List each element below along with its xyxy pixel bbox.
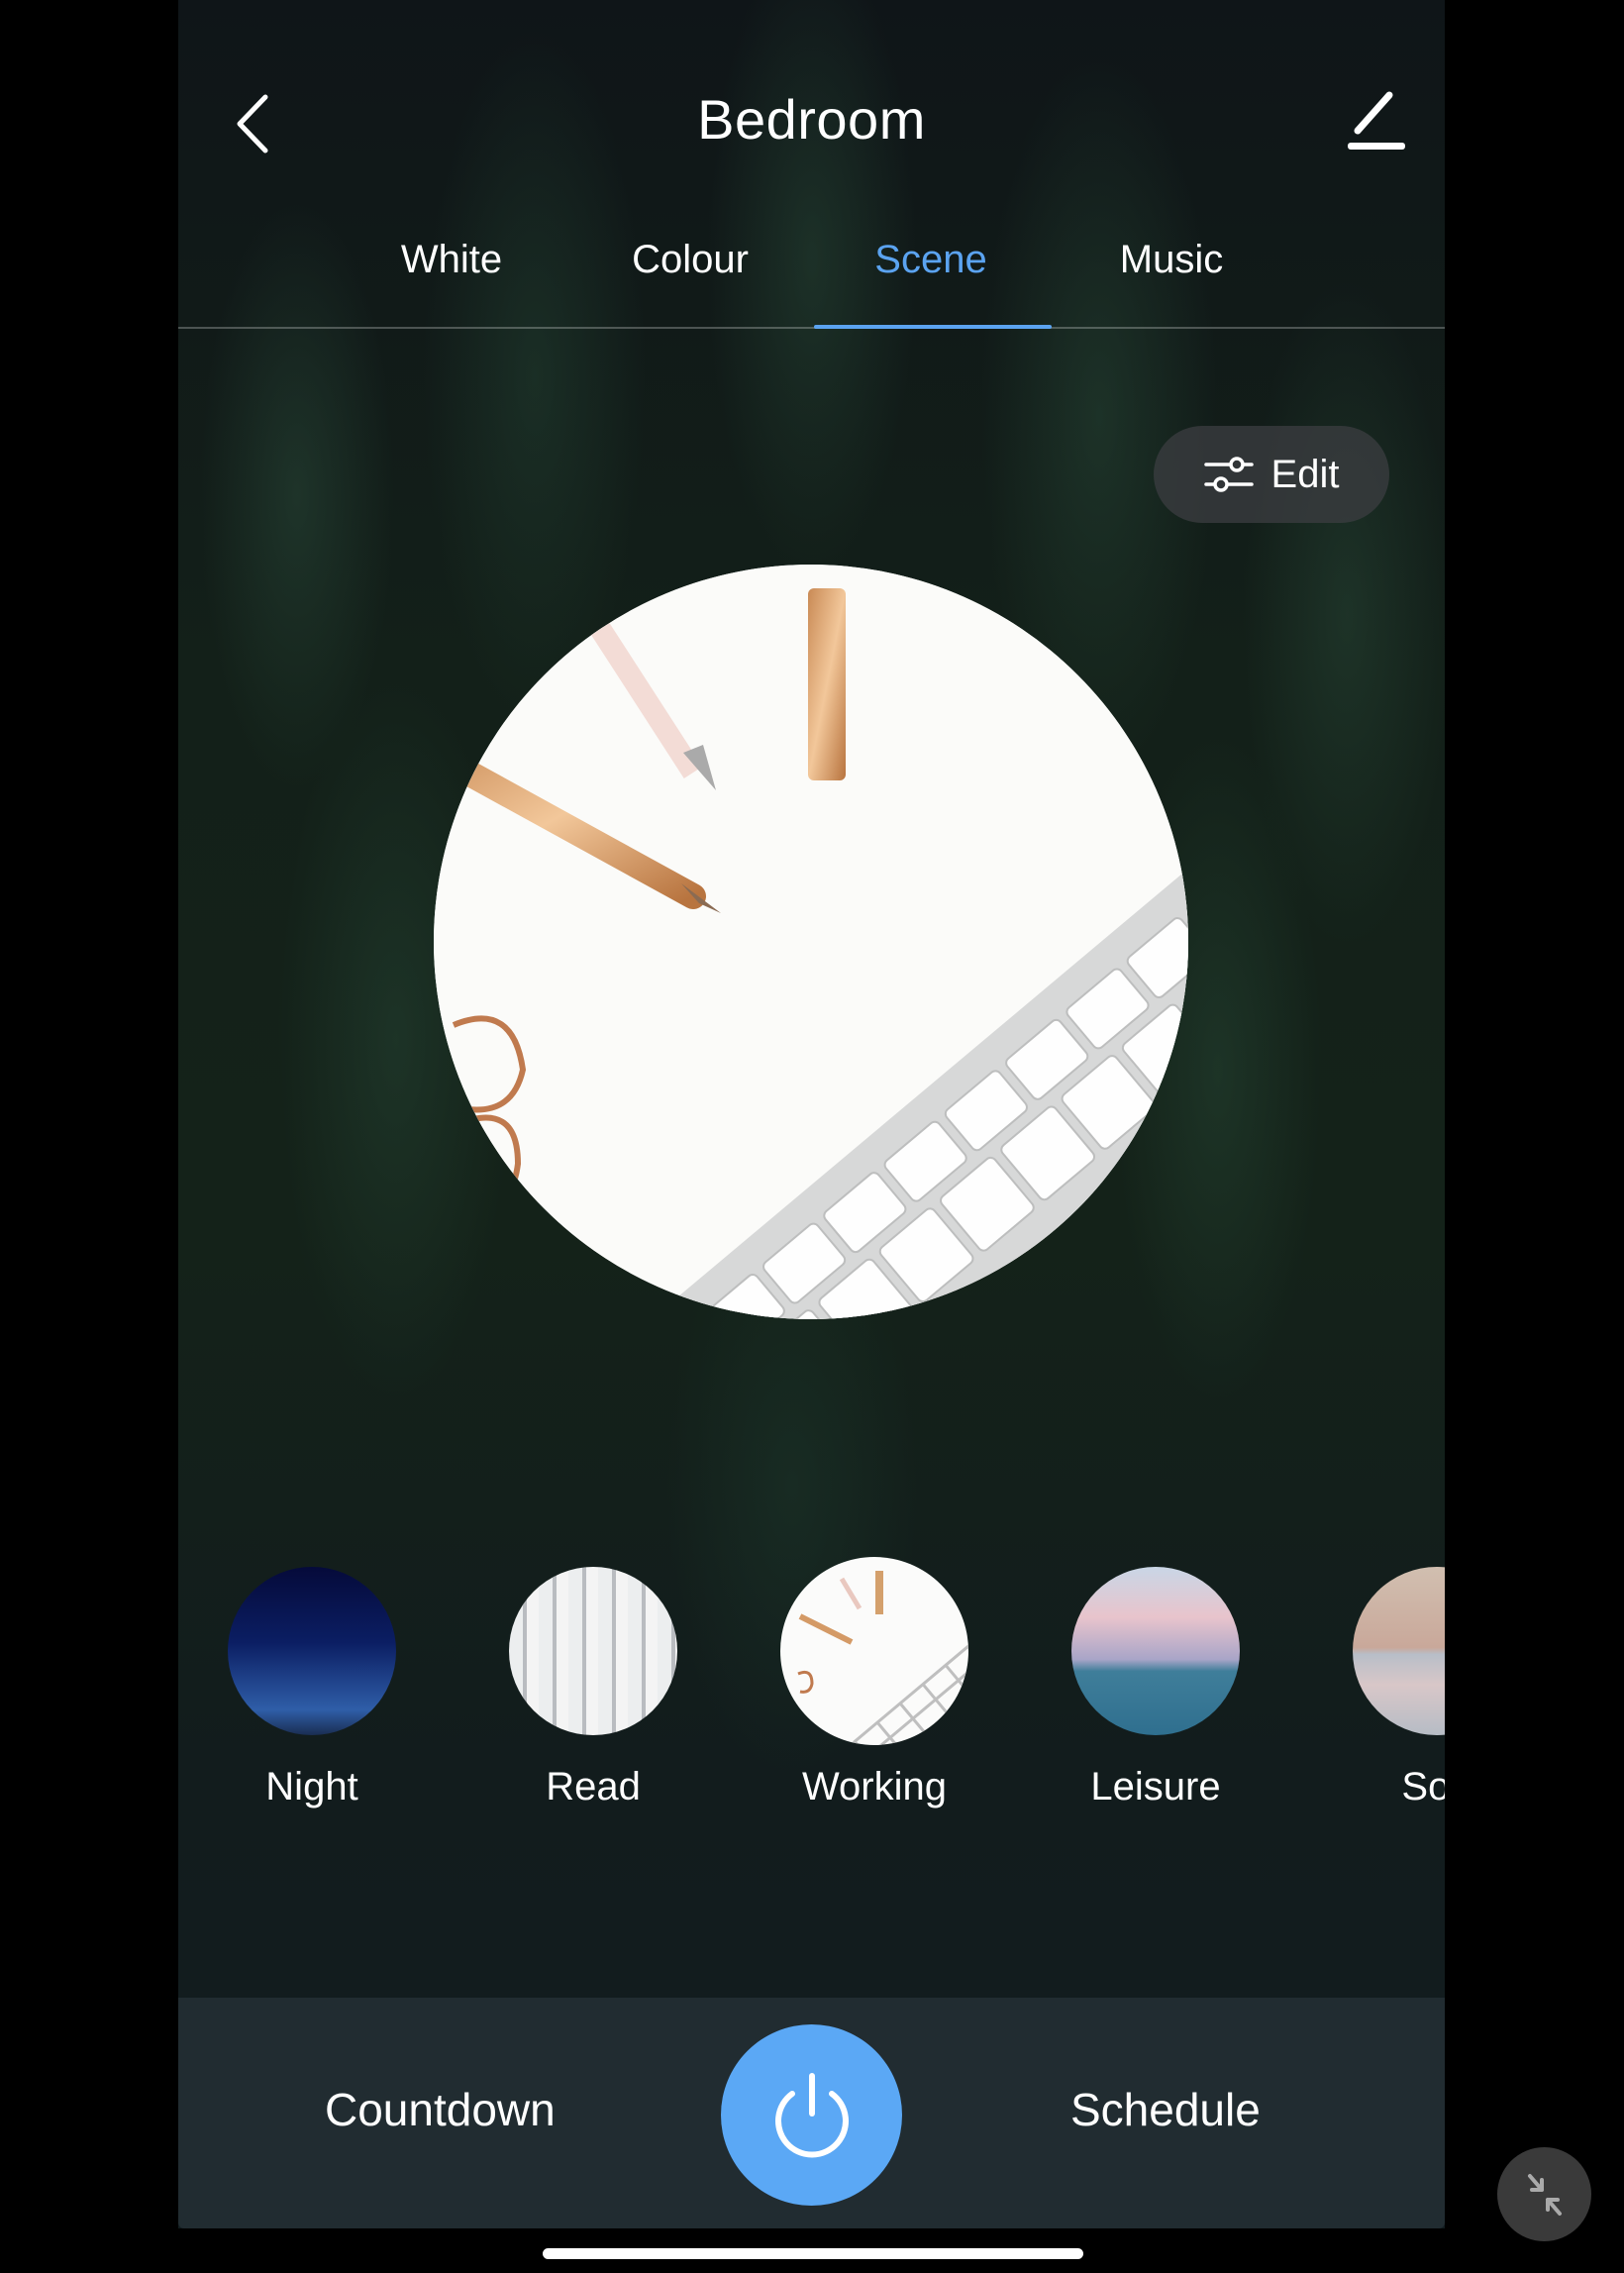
power-button[interactable] bbox=[721, 2024, 902, 2206]
tab-scene[interactable]: Scene bbox=[812, 238, 1050, 282]
scene-item-working[interactable]: Working bbox=[761, 1555, 988, 1808]
tab-white[interactable]: White bbox=[333, 238, 570, 282]
app-screen: Bedroom White Colour Scene Music Edit Ni… bbox=[178, 0, 1445, 2228]
scene-item-read[interactable]: Read bbox=[479, 1555, 707, 1808]
scene-name: Leisure bbox=[1090, 1765, 1221, 1808]
working-thumbnail bbox=[780, 1557, 968, 1745]
tab-colour[interactable]: Colour bbox=[571, 238, 809, 282]
scene-name: Soft bbox=[1401, 1765, 1445, 1808]
edit-scene-button[interactable]: Edit bbox=[1154, 426, 1389, 523]
scene-name: Read bbox=[546, 1765, 641, 1808]
leisure-thumbnail bbox=[1071, 1567, 1240, 1735]
sliders-icon bbox=[1203, 457, 1254, 492]
edit-scene-label: Edit bbox=[1270, 452, 1340, 496]
soft-thumbnail bbox=[1353, 1567, 1445, 1735]
power-icon bbox=[774, 2072, 849, 2157]
edit-name-button[interactable] bbox=[1340, 89, 1409, 158]
tab-bar: White Colour Scene Music bbox=[178, 218, 1445, 329]
tab-music[interactable]: Music bbox=[1053, 238, 1290, 282]
desk-pens-keyboard-image bbox=[434, 565, 1188, 1319]
scene-item-leisure[interactable]: Leisure bbox=[1042, 1555, 1269, 1808]
pencil-icon bbox=[1348, 91, 1405, 150]
schedule-button[interactable]: Schedule bbox=[1070, 2083, 1261, 2136]
night-thumbnail bbox=[228, 1567, 396, 1735]
active-tab-indicator bbox=[814, 325, 1052, 329]
home-indicator bbox=[543, 2248, 1083, 2259]
header: Bedroom bbox=[178, 59, 1445, 188]
page-title: Bedroom bbox=[697, 88, 926, 151]
collapse-button[interactable] bbox=[1497, 2147, 1591, 2241]
scene-item-soft[interactable]: Soft bbox=[1323, 1555, 1445, 1808]
scene-name: Night bbox=[265, 1765, 358, 1808]
scene-item-night[interactable]: Night bbox=[198, 1555, 426, 1808]
bottom-bar: Countdown Schedule bbox=[178, 1998, 1445, 2228]
scene-name: Working bbox=[802, 1765, 947, 1808]
collapse-arrows-icon bbox=[1527, 2173, 1562, 2216]
countdown-button[interactable]: Countdown bbox=[325, 2083, 556, 2136]
read-thumbnail bbox=[509, 1567, 677, 1735]
current-scene-image bbox=[434, 565, 1188, 1319]
scene-list[interactable]: Night Read Working Leisure So bbox=[178, 1555, 1445, 1822]
